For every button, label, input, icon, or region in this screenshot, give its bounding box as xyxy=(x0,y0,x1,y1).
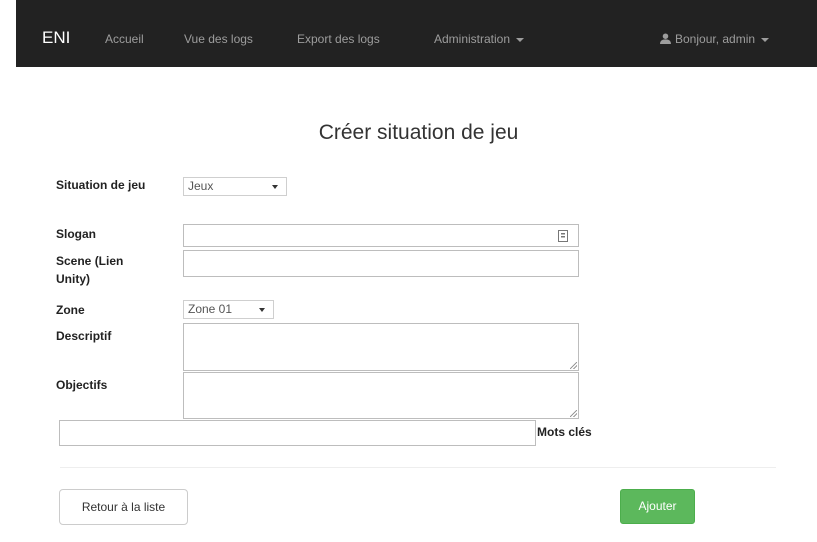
form-divider xyxy=(60,467,776,468)
brand-link[interactable]: ENI xyxy=(42,28,70,48)
keywords-label: Mots clés xyxy=(537,425,592,439)
situation-select[interactable]: Jeux xyxy=(183,177,287,196)
nav-accueil[interactable]: Accueil xyxy=(105,32,144,46)
situation-label: Situation de jeu xyxy=(56,178,146,192)
dropdown-arrow-icon xyxy=(272,185,278,189)
chevron-down-icon xyxy=(761,37,770,42)
objectifs-label: Objectifs xyxy=(56,378,108,392)
dropdown-arrow-icon xyxy=(259,308,265,312)
keywords-input[interactable] xyxy=(59,420,536,446)
nav-administration-label: Administration xyxy=(434,32,511,46)
scene-label: Scene (Lien Unity) xyxy=(56,254,124,286)
back-to-list-button[interactable]: Retour à la liste xyxy=(59,489,188,525)
user-menu[interactable]: Bonjour, admin xyxy=(660,32,770,46)
nav-export-des-logs[interactable]: Export des logs xyxy=(297,32,380,46)
objectifs-textarea[interactable] xyxy=(183,372,579,419)
resize-handle-icon[interactable] xyxy=(570,362,577,369)
user-greeting: Bonjour, admin xyxy=(675,32,756,46)
nav-vue-des-logs[interactable]: Vue des logs xyxy=(184,32,253,46)
situation-select-value: Jeux xyxy=(188,179,214,193)
user-icon xyxy=(660,33,671,44)
nav-administration[interactable]: Administration xyxy=(434,32,525,46)
slogan-label: Slogan xyxy=(56,227,97,241)
zone-select[interactable]: Zone 01 xyxy=(183,300,274,319)
top-navbar: ENI Accueil Vue des logs Export des logs… xyxy=(16,0,817,67)
add-button[interactable]: Ajouter xyxy=(620,489,695,524)
zone-label: Zone xyxy=(56,303,85,317)
scene-input[interactable] xyxy=(183,250,579,277)
input-helper-icon[interactable] xyxy=(558,230,568,242)
page-title: Créer situation de jeu xyxy=(318,121,519,144)
resize-handle-icon[interactable] xyxy=(570,410,577,417)
descriptif-label: Descriptif xyxy=(56,329,112,343)
chevron-down-icon xyxy=(516,37,525,42)
slogan-input[interactable] xyxy=(183,224,579,247)
zone-select-value: Zone 01 xyxy=(188,302,233,316)
descriptif-textarea[interactable] xyxy=(183,323,579,371)
